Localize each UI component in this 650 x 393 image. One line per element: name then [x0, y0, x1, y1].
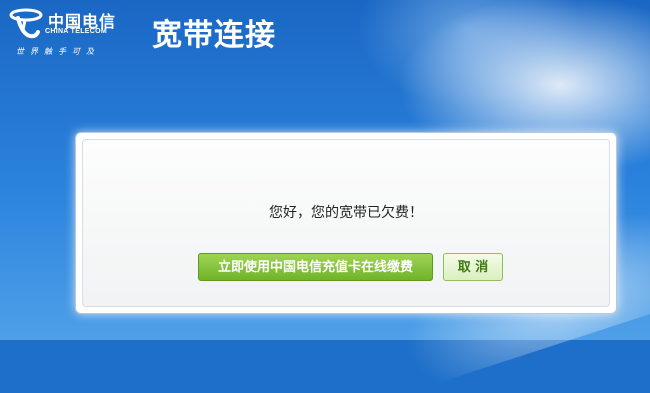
telecom-emblem-icon	[9, 8, 43, 39]
china-telecom-logo: 中国电信 CHINA TELECOM 世界触手可及	[8, 6, 138, 58]
brand-slogan: 世界触手可及	[16, 47, 100, 56]
dialog-panel: 您好，您的宽带已欠费！ 立即使用中国电信充值卡在线缴费 取 消	[82, 139, 610, 307]
arrears-dialog: 您好，您的宽带已欠费！ 立即使用中国电信充值卡在线缴费 取 消	[75, 132, 617, 314]
arrears-message: 您好，您的宽带已欠费！	[269, 205, 423, 221]
pay-online-button[interactable]: 立即使用中国电信充值卡在线缴费	[198, 253, 433, 281]
cancel-button[interactable]: 取 消	[443, 253, 503, 281]
page-title: 宽带连接	[152, 18, 276, 53]
brand-name-en: CHINA TELECOM	[45, 28, 107, 35]
